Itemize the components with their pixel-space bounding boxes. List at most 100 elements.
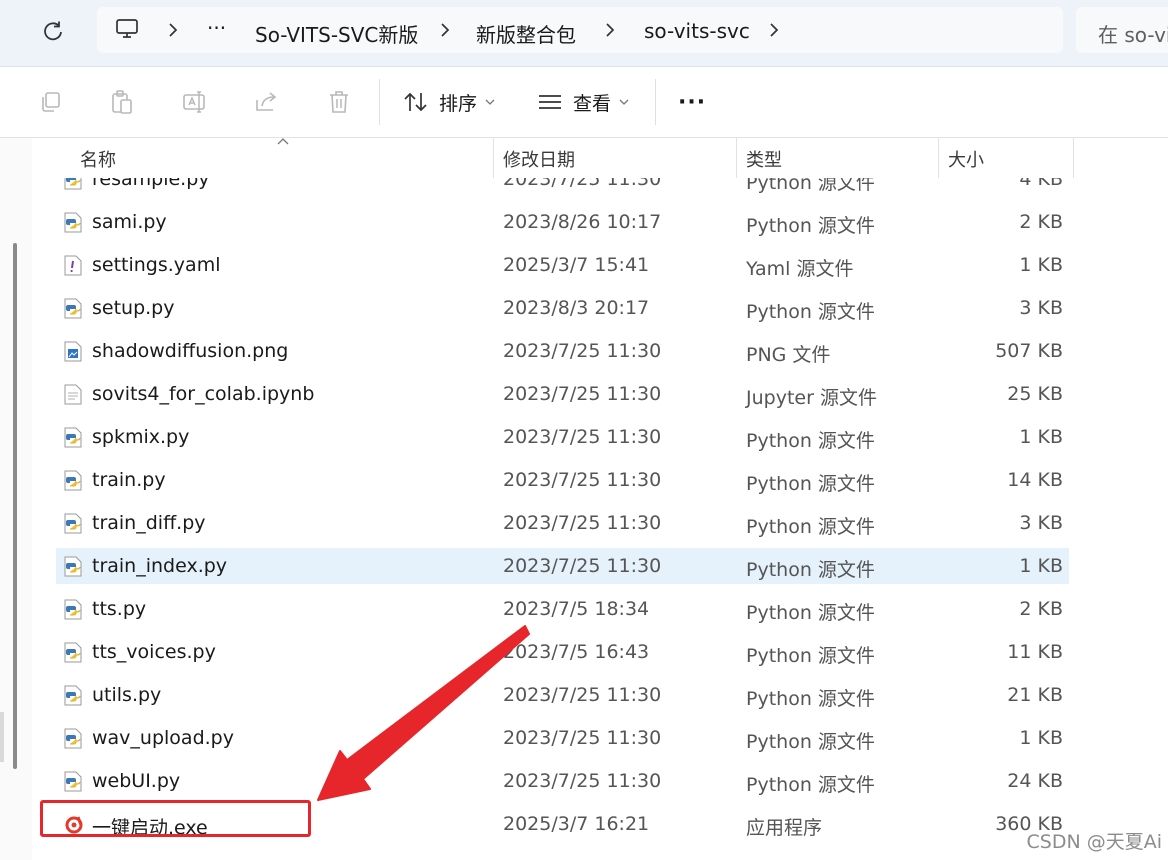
file-name: utils.py (92, 684, 162, 706)
file-modified-date: 2023/7/5 16:43 (503, 641, 650, 663)
column-header-name[interactable]: 名称 (80, 146, 116, 172)
python-file-icon (64, 771, 82, 792)
file-row[interactable]: utils.py 2023/7/25 11:30 Python 源文件 21 KB (56, 677, 1069, 713)
notebook-file-icon (64, 384, 82, 405)
rename-button[interactable] (180, 87, 210, 117)
file-row[interactable]: wav_upload.py 2023/7/25 11:30 Python 源文件 1 … (56, 720, 1069, 756)
refresh-button[interactable] (36, 14, 70, 48)
file-modified-date: 2025/3/7 15:41 (503, 254, 650, 276)
file-list: 名称 修改日期 类型 大小 resample.py 2023/7/25 11:30… (32, 138, 1168, 860)
vertical-scrollbar-thumb[interactable] (13, 243, 17, 769)
file-modified-date: 2023/7/25 11:30 (503, 469, 662, 491)
file-name: train_diff.py (92, 512, 206, 534)
file-modified-date: 2023/7/5 18:34 (503, 598, 650, 620)
python-file-icon (64, 599, 82, 620)
paste-icon (112, 90, 132, 114)
annotation-highlight-box (40, 800, 311, 837)
python-file-icon (64, 685, 82, 706)
file-row[interactable]: setup.py 2023/8/3 20:17 Python 源文件 3 KB (56, 290, 1069, 326)
python-file-icon (64, 298, 82, 319)
file-modified-date: 2023/7/25 11:30 (503, 727, 662, 749)
file-name: train_index.py (92, 555, 228, 577)
column-header-type[interactable]: 类型 (746, 146, 782, 172)
sort-ascending-icon (277, 138, 289, 145)
file-type: Python 源文件 (746, 473, 875, 495)
python-file-icon (64, 470, 82, 491)
file-name: wav_upload.py (92, 727, 234, 749)
address-bar[interactable]: ··· So-VITS-SVC新版 新版整合包 so-vits-svc (97, 7, 1063, 53)
file-row[interactable]: sami.py 2023/8/26 10:17 Python 源文件 2 KB (56, 204, 1069, 240)
command-bar: 排序 查看 ··· (0, 67, 1168, 138)
file-size: 507 KB (995, 340, 1063, 362)
python-file-icon (64, 728, 82, 749)
file-row[interactable]: tts_voices.py 2023/7/5 16:43 Python 源文件 11 … (56, 634, 1069, 670)
file-name: shadowdiffusion.png (92, 340, 289, 362)
python-file-icon (64, 212, 82, 233)
file-size: 14 KB (1007, 469, 1063, 491)
file-row[interactable]: train.py 2023/7/25 11:30 Python 源文件 14 KB (56, 462, 1069, 498)
delete-button[interactable] (324, 87, 354, 117)
paste-button[interactable] (107, 87, 137, 117)
file-type: 应用程序 (746, 817, 823, 839)
chevron-right-icon[interactable] (165, 22, 181, 38)
yaml-file-icon (64, 255, 82, 276)
file-name: train.py (92, 469, 166, 491)
sort-label: 排序 (439, 92, 478, 115)
breadcrumb-item-so-vits-svc[interactable]: so-vits-svc (644, 19, 750, 43)
chevron-right-icon[interactable] (437, 22, 453, 38)
more-icon: ··· (678, 89, 707, 115)
python-file-icon (64, 427, 82, 448)
python-file-icon (64, 642, 82, 663)
computer-icon (115, 18, 139, 44)
file-name: sovits4_for_colab.ipynb (92, 383, 315, 405)
chevron-down-icon (485, 99, 495, 105)
view-list-icon (539, 95, 561, 109)
chevron-right-icon[interactable] (602, 22, 618, 38)
file-size: 3 KB (1019, 512, 1063, 534)
copy-button[interactable] (36, 87, 66, 117)
file-type: Python 源文件 (746, 774, 875, 796)
sort-button[interactable]: 排序 (403, 84, 495, 120)
python-file-icon (64, 513, 82, 534)
file-size: 2 KB (1019, 598, 1063, 620)
file-size: 21 KB (1007, 684, 1063, 706)
search-placeholder: 在 so-vi (1098, 23, 1168, 47)
file-row[interactable]: spkmix.py 2023/7/25 11:30 Python 源文件 1 KB (56, 419, 1069, 455)
sort-icon (404, 92, 427, 112)
file-name: tts.py (92, 598, 147, 620)
column-header-date[interactable]: 修改日期 (503, 146, 575, 172)
breadcrumb-overflow[interactable]: ··· (207, 16, 226, 40)
share-icon (256, 92, 277, 111)
file-row[interactable]: webUI.py 2023/7/25 11:30 Python 源文件 24 KB (56, 763, 1069, 799)
file-row[interactable]: shadowdiffusion.png 2023/7/25 11:30 PNG 文件… (56, 333, 1069, 369)
breadcrumb-item-sovits-new[interactable]: So-VITS-SVC新版 (255, 19, 418, 48)
file-size: 1 KB (1019, 254, 1063, 276)
view-button[interactable]: 查看 (537, 84, 629, 120)
file-size: 1 KB (1019, 555, 1063, 577)
column-divider[interactable] (736, 138, 737, 178)
file-size: 25 KB (1007, 383, 1063, 405)
refresh-icon (44, 21, 62, 41)
column-header-size[interactable]: 大小 (948, 146, 984, 172)
file-type: Yaml 源文件 (746, 258, 854, 280)
column-divider[interactable] (938, 138, 939, 178)
column-divider[interactable] (493, 138, 494, 178)
breadcrumb-item-package[interactable]: 新版整合包 (476, 19, 576, 48)
column-divider[interactable] (1073, 138, 1074, 178)
file-size: 1 KB (1019, 727, 1063, 749)
file-row-selected[interactable]: train_index.py 2023/7/25 11:30 Python 源文件 1… (56, 548, 1069, 584)
more-options-button[interactable]: ··· (678, 84, 706, 120)
chevron-right-icon[interactable] (766, 22, 782, 38)
column-header-row: 名称 修改日期 类型 大小 (32, 138, 1168, 178)
file-row[interactable]: sovits4_for_colab.ipynb 2023/7/25 11:30 Ju… (56, 376, 1069, 412)
view-label: 查看 (573, 92, 612, 115)
file-type: Python 源文件 (746, 559, 875, 581)
rename-icon (183, 91, 205, 113)
chevron-down-icon (619, 99, 629, 105)
file-row[interactable]: train_diff.py 2023/7/25 11:30 Python 源文件 3 … (56, 505, 1069, 541)
search-input[interactable]: 在 so-vi (1076, 7, 1168, 53)
file-row[interactable]: tts.py 2023/7/5 18:34 Python 源文件 2 KB (56, 591, 1069, 627)
file-modified-date: 2023/7/25 11:30 (503, 383, 662, 405)
share-button[interactable] (252, 87, 282, 117)
file-row[interactable]: settings.yaml 2025/3/7 15:41 Yaml 源文件 1 KB (56, 247, 1069, 283)
